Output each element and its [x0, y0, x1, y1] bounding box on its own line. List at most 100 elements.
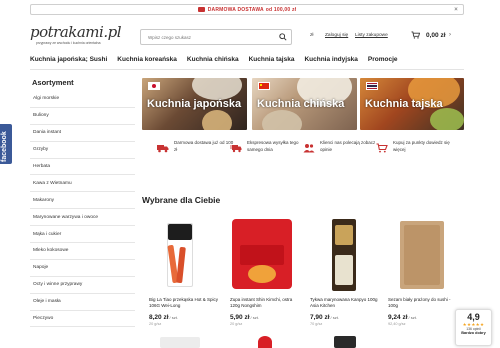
food-image: [262, 110, 302, 130]
search-icon[interactable]: [279, 33, 287, 41]
sidebar-item-instant-meals[interactable]: Dania instant: [30, 125, 135, 142]
search-box: [140, 29, 292, 45]
sidebar-item-mushrooms[interactable]: Grzyby: [30, 142, 135, 159]
japan-flag-icon: [148, 82, 160, 90]
promo-close-icon[interactable]: ×: [454, 7, 458, 13]
package-label: [335, 225, 353, 245]
feature-text: Ekspresowa wysyłka tego samego dnia: [247, 140, 299, 152]
promo-bar: DARMOWA DOSTAWA od 100,00 zł ×: [30, 4, 464, 15]
sidebar-item-coconut-milk[interactable]: Mleko kokosowe: [30, 243, 135, 260]
site-logo[interactable]: potrakami.pl przyprawy ze wschodu i kuch…: [30, 23, 128, 47]
login-link[interactable]: Zaloguj się: [325, 33, 348, 38]
nav-item-japanese[interactable]: Kuchnia japońska; Sushi: [30, 56, 107, 66]
shopping-lists-link[interactable]: Listy zakupowe: [355, 33, 388, 38]
banner-chinese[interactable]: Kuchnia chińska: [252, 78, 357, 130]
price-per: / szt.: [250, 315, 259, 320]
feature-points[interactable]: Kupuj za punkty dowiedz się więcej: [376, 140, 453, 153]
nav-item-thai[interactable]: Kuchnia tajska: [249, 56, 295, 66]
sidebar-item-pickled[interactable]: Marynowane warzywa i owoce: [30, 209, 135, 227]
product-image-partial[interactable]: [258, 336, 272, 348]
feature-text: Darmowa dostawa już od 100 zł: [174, 140, 234, 152]
product-price: 5,90 zł/ szt.: [230, 314, 259, 321]
category-sidebar: Asortyment Algi morskie Buliony Dania in…: [30, 78, 135, 328]
sidebar-item-seaweed[interactable]: Algi morskie: [30, 91, 135, 108]
feature-reviews[interactable]: Klienci nas polecają zobacz opinie: [303, 140, 380, 153]
price-value: 8,20 zł: [149, 314, 169, 321]
cart-chevron-icon[interactable]: ›: [449, 32, 451, 38]
price-per: / szt.: [169, 315, 178, 320]
product-name[interactable]: Zupa instant Shin Kimchi, ostra 120g Non…: [230, 297, 302, 309]
cart-total[interactable]: 0,00 zł: [426, 32, 446, 39]
price-value: 9,24 zł: [388, 314, 408, 321]
feature-express-shipping: Ekspresowa wysyłka tego samego dnia: [230, 140, 307, 153]
sidebar-item-flour-sugar[interactable]: Mąka i cukier: [30, 226, 135, 244]
sidebar-item-oils[interactable]: Oleje i masła: [30, 294, 135, 311]
product-unit-price: 20 g/sz: [149, 322, 162, 326]
thailand-flag-icon: [366, 82, 378, 90]
facebook-tab[interactable]: facebook: [0, 124, 12, 164]
people-icon: [303, 144, 315, 153]
price-per: / szt.: [330, 315, 339, 320]
price-value: 5,90 zł: [230, 314, 250, 321]
product-name[interactable]: Tykwa marynowana Kanpyo 100g Asia Kitche…: [310, 297, 382, 309]
rating-value: 4,9: [467, 312, 480, 322]
nav-item-indian[interactable]: Kuchnia indyjska: [304, 56, 357, 66]
product-image[interactable]: [145, 215, 215, 291]
banner-title: Kuchnia chińska: [257, 98, 345, 110]
banner-thai[interactable]: Kuchnia tajska: [360, 78, 464, 130]
sidebar-title: Asortyment: [32, 78, 74, 87]
search-input[interactable]: [141, 30, 271, 44]
banner-japanese[interactable]: Kuchnia japońska: [142, 78, 247, 130]
product-price: 9,24 zł/ szt.: [388, 314, 417, 321]
lightning-truck-icon: [230, 145, 242, 153]
logo-tagline: przyprawy ze wschodu i kuchnia orientaln…: [36, 41, 101, 45]
logo-text: potrakami.pl: [30, 23, 122, 41]
promo-text: DARMOWA DOSTAWA: [207, 6, 264, 13]
sidebar-item-tea[interactable]: Herbata: [30, 159, 135, 176]
recommended-title: Wybrane dla Ciebie: [142, 195, 221, 205]
product-image-partial[interactable]: [334, 336, 356, 348]
truck-icon: [157, 145, 169, 153]
sesame-seeds: [404, 225, 440, 285]
delivery-truck-icon: [197, 7, 205, 12]
food-image: [202, 110, 232, 130]
price-per: / szt.: [408, 315, 417, 320]
food-image: [430, 108, 464, 130]
product-price: 8,20 zł/ szt.: [149, 314, 178, 321]
product-image-partial[interactable]: [160, 337, 200, 348]
package-window: [335, 255, 353, 285]
sidebar-item-vietnam-coffee[interactable]: Kawa z Wietnamu: [30, 175, 135, 193]
product-image[interactable]: [226, 215, 296, 291]
product-image[interactable]: [306, 215, 376, 291]
sidebar-item-vinegars[interactable]: Octy i winne przyprawy: [30, 277, 135, 294]
facebook-label: facebook: [1, 131, 8, 162]
cart-points-icon: [376, 143, 388, 153]
promo-threshold: od 100,00 zł: [265, 6, 297, 13]
product-price: 7,90 zł/ szt.: [310, 314, 339, 321]
feature-text: Klienci nas polecają zobacz opinie: [320, 140, 376, 152]
nav-item-korean[interactable]: Kuchnia koreańska: [117, 56, 177, 66]
sidebar-item-noodles[interactable]: Makarony: [30, 192, 135, 210]
price-value: 7,90 zł: [310, 314, 330, 321]
rating-widget[interactable]: 4,9 ★★★★★ 136 opinii Bardzo dobry: [455, 309, 492, 346]
product-image[interactable]: [384, 215, 454, 291]
nav-item-promotions[interactable]: Promocje: [368, 56, 398, 66]
banner-title: Kuchnia japońska: [147, 98, 242, 110]
food-image: [192, 78, 242, 100]
product-unit-price: 70 g/sz: [310, 322, 323, 326]
product-name[interactable]: Big La Tiao przekąska Hot & Spicy 106G W…: [149, 297, 221, 309]
package-label: [168, 224, 192, 240]
product-name[interactable]: Sezam biały prażony do sushi - 100g: [388, 297, 460, 309]
sidebar-item-broths[interactable]: Buliony: [30, 108, 135, 125]
rating-label: Bardzo dobry: [461, 331, 486, 335]
product-unit-price: 92,40 g/sz: [388, 322, 406, 326]
nav-item-chinese[interactable]: Kuchnia chińska: [187, 56, 239, 66]
feature-text: Kupuj za punkty dowiedz się więcej: [393, 140, 450, 152]
china-flag-icon: [258, 82, 270, 90]
sidebar-item-bread[interactable]: Pieczywo: [30, 311, 135, 328]
sidebar-item-drinks[interactable]: Napoje: [30, 260, 135, 277]
currency-selector[interactable]: zł: [310, 33, 313, 38]
product-unit-price: 20 g/sz: [230, 322, 243, 326]
cart-icon[interactable]: [411, 31, 420, 39]
banner-title: Kuchnia tajska: [365, 98, 443, 110]
